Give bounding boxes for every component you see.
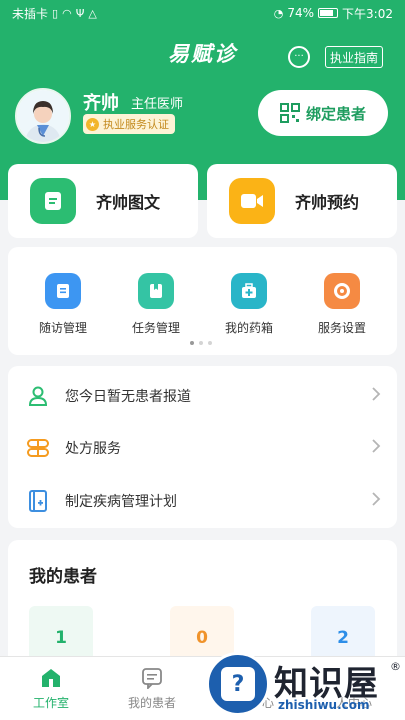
status-bar: 未插卡 ▯ ◠ Ψ △ ◔ 74% 下午3:02 xyxy=(0,0,405,26)
certification-label: 执业服务认证 xyxy=(103,118,169,131)
medal-icon: ★ xyxy=(86,117,99,131)
page-dot-active xyxy=(190,341,194,345)
service-label-followup: 随访管理 xyxy=(38,321,87,335)
appointment-card[interactable]: 齐帅预约 xyxy=(207,164,397,238)
service-label-settings: 服务设置 xyxy=(317,321,366,335)
prescription-label: 处方服务 xyxy=(65,441,121,457)
watermark-registered: ® xyxy=(390,660,401,673)
bind-patient-button[interactable]: 绑定患者 xyxy=(258,90,388,136)
bind-patient-label: 绑定患者 xyxy=(305,104,366,123)
tab-studio-label: 工作室 xyxy=(32,696,69,710)
avatar[interactable] xyxy=(15,88,71,144)
chat-icon[interactable]: ··· xyxy=(288,46,310,68)
chevron-right-icon xyxy=(371,438,381,458)
services-panel: 随访管理 任务管理 我的药箱 服务设置 xyxy=(8,247,397,355)
watermark-logo-icon: ? xyxy=(206,652,270,716)
page-indicator xyxy=(190,341,212,345)
mute-icon: ◔ xyxy=(273,6,284,20)
text-consult-label: 齐帅图文 xyxy=(96,193,161,212)
guide-button[interactable]: 执业指南 xyxy=(325,46,384,68)
actions-list: 您今日暂无患者报道 处方服务 制定疾病管理计划 xyxy=(8,366,397,528)
sim-icon: ▯ xyxy=(52,6,59,20)
plan-icon xyxy=(25,489,51,513)
chevron-right-icon xyxy=(371,491,381,511)
my-patients-title: 我的患者 xyxy=(29,567,97,587)
list-item-checkin[interactable]: 您今日暂无患者报道 xyxy=(8,369,397,423)
battery-text: 74% xyxy=(287,6,315,20)
medicine-box-icon xyxy=(231,273,267,309)
task-icon xyxy=(138,273,174,309)
document-icon xyxy=(30,178,76,224)
doctor-name: 齐帅 xyxy=(83,93,119,114)
clock-text: 下午3:02 xyxy=(342,6,393,21)
appointment-label: 齐帅预约 xyxy=(295,193,360,212)
service-item-task[interactable]: 任务管理 xyxy=(116,273,196,336)
carrier-text: 未插卡 xyxy=(12,6,49,21)
list-item-plan[interactable]: 制定疾病管理计划 xyxy=(8,474,397,528)
service-item-followup[interactable]: 随访管理 xyxy=(23,273,103,336)
home-icon xyxy=(40,667,62,689)
service-item-settings[interactable]: 服务设置 xyxy=(302,273,382,336)
warning-icon: △ xyxy=(88,6,97,20)
followup-icon xyxy=(45,273,81,309)
plan-label: 制定疾病管理计划 xyxy=(65,494,177,510)
chevron-right-icon xyxy=(371,386,381,406)
prescription-icon xyxy=(25,438,51,458)
doctor-title: 主任医师 xyxy=(131,97,184,112)
video-icon xyxy=(229,178,275,224)
wifi-icon: ◠ xyxy=(62,6,72,20)
tab-studio[interactable]: 工作室 xyxy=(11,667,91,711)
battery-icon xyxy=(318,8,339,18)
person-icon xyxy=(25,385,51,407)
page-dot xyxy=(208,341,212,345)
text-consult-card[interactable]: 齐帅图文 xyxy=(8,164,198,238)
qr-code-icon xyxy=(279,103,300,123)
tab-my-patients-label: 我的患者 xyxy=(127,696,176,710)
patients-icon xyxy=(141,667,163,689)
doctor-avatar-icon xyxy=(17,90,69,142)
tab-my-patients[interactable]: 我的患者 xyxy=(112,667,192,711)
watermark: ? 知识屋 ® zhishiwu.com xyxy=(206,652,405,720)
watermark-url: zhishiwu.com xyxy=(278,698,370,712)
usb-icon: Ψ xyxy=(75,6,85,20)
service-settings-icon xyxy=(324,273,360,309)
certification-badge[interactable]: ★ 执业服务认证 xyxy=(83,114,175,134)
checkin-label: 您今日暂无患者报道 xyxy=(65,389,191,405)
page-dot xyxy=(199,341,203,345)
my-patients-panel: 我的患者 1 0 2 xyxy=(8,540,397,670)
service-label-task: 任务管理 xyxy=(131,321,180,335)
service-item-medicine-box[interactable]: 我的药箱 xyxy=(209,273,289,336)
service-label-medicine-box: 我的药箱 xyxy=(224,321,273,335)
list-item-prescription[interactable]: 处方服务 xyxy=(8,421,397,475)
